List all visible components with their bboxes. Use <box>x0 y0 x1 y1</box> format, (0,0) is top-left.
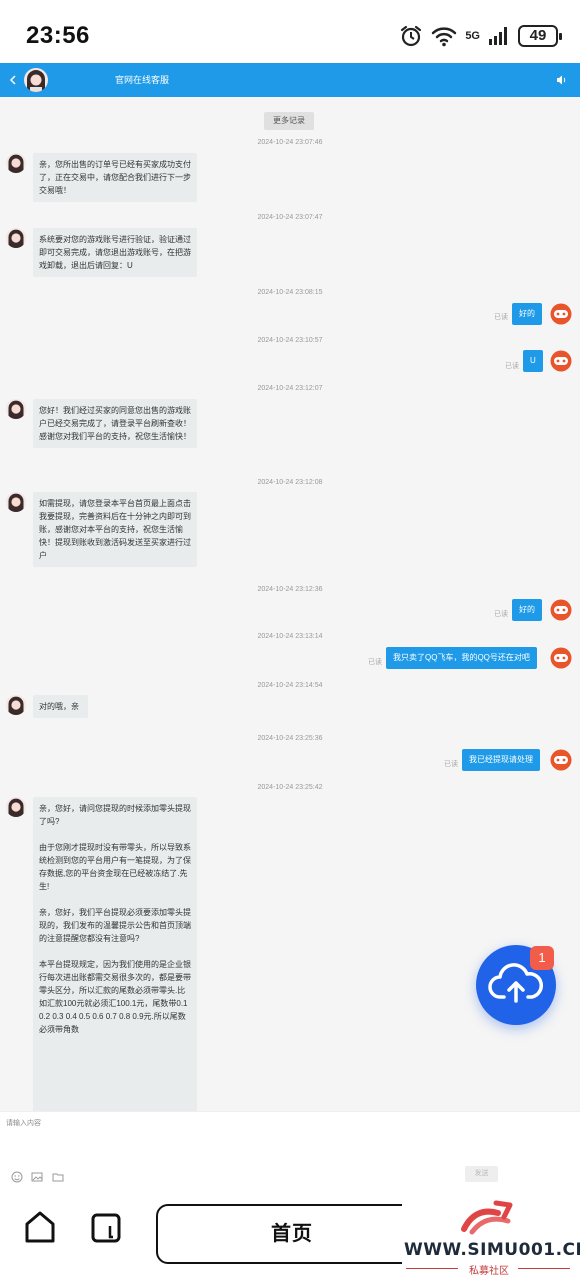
home-button[interactable]: 首页 <box>156 1204 424 1264</box>
home-icon[interactable] <box>24 1210 56 1244</box>
speaker-icon[interactable] <box>556 74 568 86</box>
message-text: 亲，您所出售的订单号已经有买家成功支付了，正在交易中，请您配合我们进行下一步交易… <box>39 160 191 195</box>
wifi-icon <box>432 27 457 47</box>
agent-avatar <box>6 492 26 512</box>
message-timestamp: 2024-10-24 23:12:36 <box>257 586 323 593</box>
status-icons: 5G 49 <box>399 22 562 50</box>
read-status: 已读 <box>494 314 508 321</box>
message-timestamp: 2024-10-24 23:07:47 <box>257 214 323 221</box>
message-timestamp: 2024-10-24 23:12:07 <box>257 385 323 392</box>
agent-avatar <box>24 68 48 92</box>
home-button-label: 首页 <box>271 1223 313 1245</box>
message-input-area[interactable]: 请输入内容 发送 <box>0 1111 580 1193</box>
message-text: 本平台提现规定，因为我们使用的是企业银行每次进出账都需交易很多次的，都是要带零头… <box>39 960 191 1034</box>
read-status: 已读 <box>444 761 458 768</box>
message-timestamp: 2024-10-24 23:25:42 <box>257 784 323 791</box>
message-text: 您好！我们经过买家的同意您出售的游戏账户已经交易完成了，请登录平台刷新查收！感谢… <box>39 406 191 441</box>
message-timestamp: 2024-10-24 23:12:08 <box>257 479 323 486</box>
agent-message-bubble: 亲，您好，请问您提现的时候添加零头提现了吗? 由于您刚才提现时没有带零头，所以导… <box>33 797 197 1111</box>
alarm-icon <box>401 25 422 47</box>
user-avatar <box>550 350 572 372</box>
agent-avatar <box>6 797 26 817</box>
user-avatar <box>550 749 572 771</box>
agent-message-bubble: 如需提现，请您登录本平台首页最上面点击我要提现，完善资料后在十分钟之内即可到账，… <box>33 492 197 567</box>
message-input[interactable]: 请输入内容 <box>6 1118 41 1128</box>
network-label: 5G <box>465 30 480 42</box>
user-message-bubble: 好的 <box>512 303 542 325</box>
image-icon[interactable] <box>31 1171 43 1183</box>
emoji-icon[interactable] <box>11 1171 23 1183</box>
header-title: 官网在线客服 <box>115 75 170 85</box>
agent-message-bubble: 亲，您所出售的订单号已经有买家成功支付了，正在交易中，请您配合我们进行下一步交易… <box>33 153 197 202</box>
message-timestamp: 2024-10-24 23:14:54 <box>257 682 323 689</box>
watermark-url: WWW.SIMU001.CN <box>404 1240 580 1260</box>
user-message-bubble: U <box>523 350 543 372</box>
signal-icon <box>489 27 507 45</box>
read-status: 已读 <box>368 659 382 666</box>
message-text: 由于您刚才提现时没有带零头，所以导致系统检测到您的平台用户有一笔提现，为了保存数… <box>39 843 191 891</box>
status-time: 23:56 <box>26 22 90 49</box>
agent-message-bubble: 您好！我们经过买家的同意您出售的游戏账户已经交易完成了，请登录平台刷新查收！感谢… <box>33 399 197 448</box>
tabs-icon[interactable] <box>90 1210 124 1244</box>
read-status: 已读 <box>494 611 508 618</box>
battery-icon: 49 <box>518 25 562 47</box>
message-timestamp: 2024-10-24 23:07:46 <box>257 139 323 146</box>
agent-message-bubble: 对的哦，亲 <box>33 695 88 718</box>
agent-avatar <box>6 695 26 715</box>
message-text: 亲，您好，我们平台提现必须要添加零头提现的，我们发布的温馨提示公告和首页顶端的注… <box>39 908 191 943</box>
user-avatar <box>550 303 572 325</box>
message-text: 亲，您好，请问您提现的时候添加零头提现了吗? <box>39 804 191 826</box>
user-message-bubble: 我只卖了QQ飞车，我的QQ号还在对吧 <box>386 647 537 669</box>
message-timestamp: 2024-10-24 23:25:36 <box>257 735 323 742</box>
message-timestamp: 2024-10-24 23:08:15 <box>257 289 323 296</box>
notification-badge: 1 <box>530 946 554 970</box>
agent-avatar <box>6 153 26 173</box>
message-text: 对的哦，亲 <box>39 702 79 711</box>
agent-avatar <box>6 228 26 248</box>
read-status: 已读 <box>505 363 519 370</box>
user-message-bubble: 好的 <box>512 599 542 621</box>
watermark-logo-icon <box>461 1200 513 1235</box>
back-icon[interactable] <box>6 71 20 89</box>
message-text: 如需提现，请您登录本平台首页最上面点击我要提现，完善资料后在十分钟之内即可到账，… <box>39 499 191 560</box>
user-avatar <box>550 599 572 621</box>
message-timestamp: 2024-10-24 23:13:14 <box>257 633 323 640</box>
status-bar: 23:56 5G 49 <box>0 0 580 63</box>
agent-message-bubble: 系统要对您的游戏账号进行验证，验证通过即可交易完成，请您退出游戏账号，在把游戏卸… <box>33 228 197 277</box>
folder-icon[interactable] <box>52 1171 64 1183</box>
send-button[interactable]: 发送 <box>465 1166 498 1182</box>
message-text: 系统要对您的游戏账号进行验证，验证通过即可交易完成，请您退出游戏账号，在把游戏卸… <box>39 235 191 270</box>
message-timestamp: 2024-10-24 23:10:57 <box>257 337 323 344</box>
more-history-button[interactable]: 更多记录 <box>264 112 314 130</box>
chat-header: 官网在线客服 <box>0 63 580 97</box>
agent-avatar <box>6 399 26 419</box>
user-message-bubble: 我已经提现请处理 <box>462 749 540 771</box>
user-avatar <box>550 647 572 669</box>
watermark-subtitle: 私募社区 <box>469 1266 509 1277</box>
